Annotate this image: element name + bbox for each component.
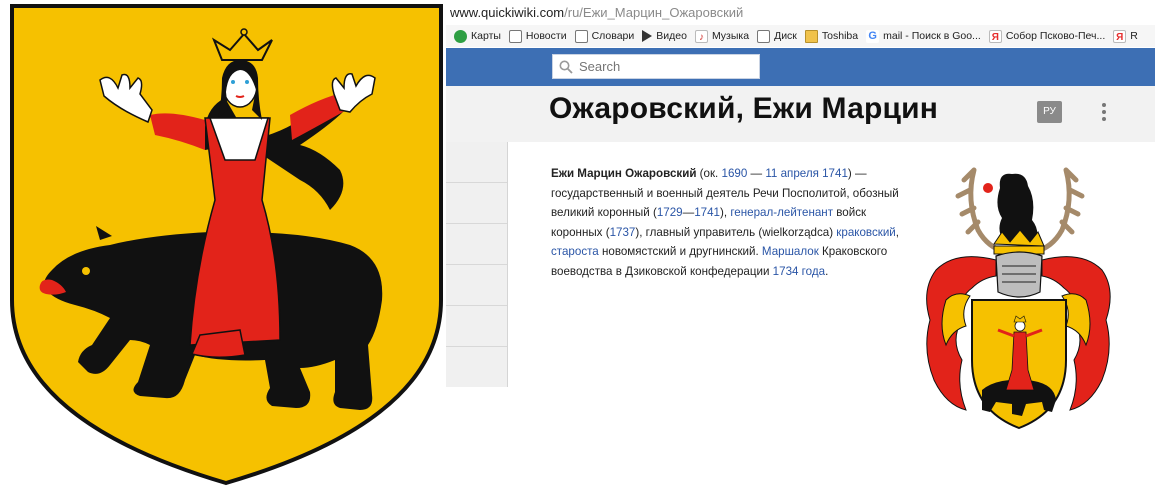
- bookmark-video[interactable]: Видео: [642, 26, 687, 46]
- bookmark-disk[interactable]: Диск: [757, 26, 797, 46]
- link-1737[interactable]: 1737: [610, 226, 636, 239]
- link-marshal[interactable]: Маршалок: [762, 245, 819, 258]
- search-input[interactable]: [579, 59, 749, 74]
- link-1690[interactable]: 1690: [722, 167, 748, 180]
- music-icon: ♪: [694, 29, 708, 43]
- bookmark-news[interactable]: Новости: [508, 26, 567, 46]
- link-starosta[interactable]: староста: [551, 245, 599, 258]
- side-panel: [446, 142, 508, 387]
- bookmark-toshiba[interactable]: Toshiba: [804, 26, 858, 46]
- side-panel-row[interactable]: [446, 265, 507, 306]
- screenshot-root: www.quickiwiki.com/ru/Ежи_Марцин_Ожаровс…: [0, 0, 1155, 489]
- bookmark-dictionaries[interactable]: Словари: [574, 26, 634, 46]
- folder-icon: [804, 29, 818, 43]
- link-1741[interactable]: 1741: [694, 206, 720, 219]
- article-subject-name: Ежи Марцин Ожаровский: [551, 167, 697, 180]
- family-coat-of-arms: [926, 167, 1111, 430]
- side-panel-row[interactable]: [446, 183, 507, 224]
- search-icon: [559, 60, 573, 74]
- url-path: /ru/Ежи_Марцин_Ожаровский: [564, 5, 744, 20]
- side-panel-row[interactable]: [446, 142, 507, 183]
- link-death-date[interactable]: 11 апреля 1741: [765, 167, 848, 180]
- yandex-icon: Я: [988, 29, 1002, 43]
- more-menu-icon[interactable]: [1101, 103, 1107, 123]
- browser-window: www.quickiwiki.com/ru/Ежи_Марцин_Ожаровс…: [446, 0, 1155, 489]
- play-icon: [642, 30, 653, 42]
- address-bar[interactable]: www.quickiwiki.com/ru/Ежи_Марцин_Ожаровс…: [450, 2, 743, 24]
- search-box[interactable]: [552, 54, 760, 79]
- side-panel-row[interactable]: [446, 306, 507, 347]
- bookmark-music[interactable]: ♪ Музыка: [694, 26, 749, 46]
- side-panel-row[interactable]: [446, 224, 507, 265]
- link-1729[interactable]: 1729: [657, 206, 683, 219]
- bookmark-google-mail[interactable]: Gmail - Поиск в Goo...: [866, 26, 981, 46]
- article-paragraph: Ежи Марцин Ожаровский (ок. 1690 — 11 апр…: [551, 167, 900, 278]
- bookmark-maps[interactable]: Карты: [454, 26, 501, 46]
- url-host: www.quickiwiki.com: [450, 5, 565, 20]
- yandex-icon: Я: [1113, 29, 1127, 43]
- page-icon: [574, 29, 588, 43]
- bookmark-sobor[interactable]: Я Собор Псково-Печ...: [988, 26, 1105, 46]
- coat-of-arms-maiden-on-bear: [10, 4, 443, 486]
- language-button[interactable]: РУ: [1037, 101, 1062, 123]
- page-icon: [508, 29, 522, 43]
- bookmark-r[interactable]: ЯR: [1113, 26, 1138, 46]
- maps-icon: [454, 29, 467, 43]
- link-1734[interactable]: 1734 года: [773, 265, 825, 278]
- link-lieutenant-general[interactable]: генерал-лейтенант: [730, 206, 833, 219]
- page-title: Ожаровский, Ежи Марцин: [549, 92, 939, 125]
- bookmarks-bar: Карты Новости Словари Видео ♪ Музыка Диск…: [446, 25, 1155, 47]
- disk-icon: [757, 29, 771, 43]
- google-icon: G: [866, 29, 880, 43]
- link-krakow[interactable]: краковский: [836, 226, 895, 239]
